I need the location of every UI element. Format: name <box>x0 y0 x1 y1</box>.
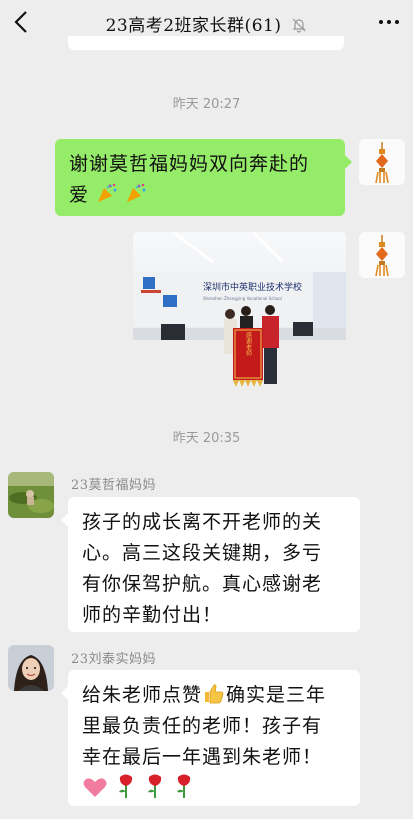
message-text-line2: 爱 <box>69 180 331 211</box>
message-bubble-incoming[interactable]: 给朱老师点赞 确实是三年 里最负责任的老师！孩子有 幸在最后一年遇到朱老师！ <box>61 670 360 806</box>
thumbs-up-icon <box>205 684 224 704</box>
message-text: 里最负责任的老师！孩子有 <box>82 715 323 737</box>
rose-icon <box>119 774 133 798</box>
party-popper-icon <box>127 183 146 202</box>
banner-text: 感谢老师 <box>245 331 252 357</box>
school-sign: 深圳市中英职业技术学校 <box>203 281 302 293</box>
school-sign-subtitle: Shenzhen Zhongying Vocational School <box>203 296 282 301</box>
message-text: 有你保驾护航。真心感谢老 <box>82 573 323 595</box>
group-name: 23高考2班家长群(61) <box>105 16 282 36</box>
previous-message-fragment <box>68 36 344 50</box>
timestamp: 昨天 20:35 <box>172 431 241 446</box>
sender-name: 23莫哲福妈妈 <box>71 478 157 493</box>
message-text: 心。高三这段关键期，多亏 <box>82 542 323 564</box>
message-text: 确实是三年 <box>226 684 327 706</box>
message-bubble-incoming[interactable]: 孩子的成长离不开老师的关 心。高三这段关键期，多亏 有你保驾护航。真心感谢老 师… <box>61 497 360 632</box>
image-message[interactable]: 深圳市中英职业技术学校 Shenzhen Zhongying Vocationa… <box>133 232 346 388</box>
avatar[interactable] <box>359 139 405 185</box>
message-bubble-outgoing[interactable]: 谢谢莫哲福妈妈双向奔赴的 爱 <box>55 139 352 216</box>
message-emoji-line <box>82 773 346 806</box>
message-text: 谢谢莫哲福妈妈双向奔赴的 <box>69 153 310 175</box>
avatar-photo-woman <box>8 645 54 691</box>
chat-title: 23高考2班家长群(61) <box>0 11 413 36</box>
timestamp: 昨天 20:27 <box>172 97 241 112</box>
avatar-photo-grass <box>8 472 54 518</box>
rose-icon <box>177 774 191 798</box>
group-photo-image: 深圳市中英职业技术学校 Shenzhen Zhongying Vocationa… <box>133 232 346 388</box>
message-text: 爱 <box>69 184 90 206</box>
message-text-line1: 给朱老师点赞 确实是三年 <box>82 680 346 711</box>
more-icon[interactable] <box>377 13 401 31</box>
message-text: 师的辛勤付出！ <box>82 604 223 626</box>
message-text: 给朱老师点赞 <box>82 684 203 706</box>
mute-bell-icon <box>292 18 306 33</box>
rose-icon <box>148 774 162 798</box>
party-popper-icon <box>98 183 117 202</box>
sender-name: 23刘泰实妈妈 <box>71 652 157 667</box>
avatar[interactable] <box>8 645 54 691</box>
avatar[interactable] <box>359 232 405 278</box>
avatar[interactable] <box>8 472 54 518</box>
chinese-knot-icon <box>359 232 405 278</box>
message-text: 孩子的成长离不开老师的关 <box>82 511 323 533</box>
chinese-knot-icon <box>359 139 405 185</box>
heart-icon <box>83 778 107 797</box>
message-text: 幸在最后一年遇到朱老师！ <box>82 746 323 768</box>
